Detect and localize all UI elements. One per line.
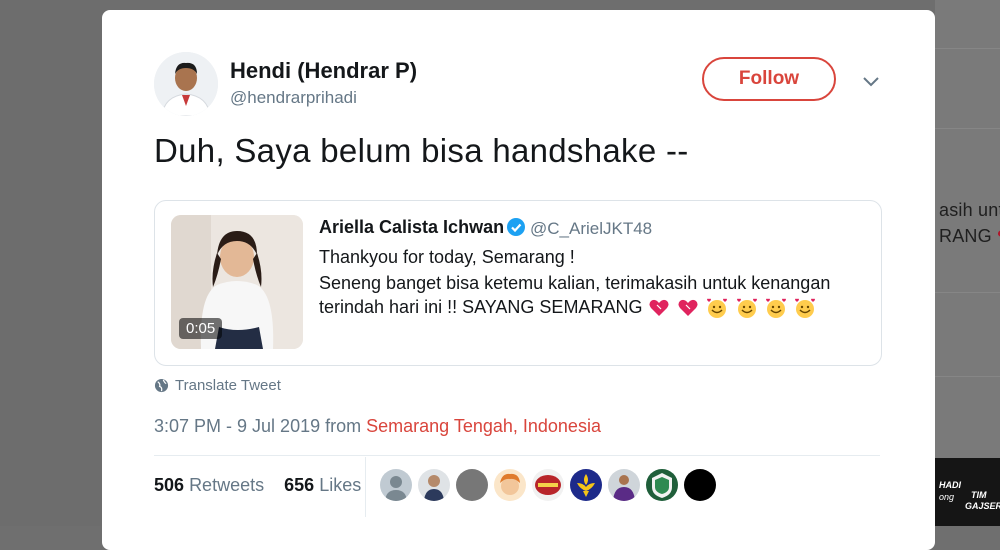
background-snippet-text: RANG <box>939 226 992 246</box>
tweet-timestamp: 3:07 PM - 9 Jul 2019 from Semarang Tenga… <box>154 416 601 437</box>
location-link[interactable]: Semarang Tengah, Indonesia <box>366 416 601 436</box>
retweets-count: 506 <box>154 475 184 495</box>
thumb-text: TIM <box>971 490 987 500</box>
tweet-card: Hendi (Hendrar P) @hendrarprihadi Follow… <box>102 10 935 550</box>
chevron-down-icon[interactable] <box>858 72 884 92</box>
retweets-stat[interactable]: 506 Retweets <box>154 475 264 495</box>
liker-avatars <box>380 469 716 501</box>
translate-label: Translate Tweet <box>175 377 281 394</box>
background-left-column <box>0 0 100 526</box>
stats-top-divider <box>154 455 880 456</box>
video-thumbnail[interactable]: 0:05 <box>171 215 303 349</box>
retweets-label: Retweets <box>189 475 264 495</box>
background-snippet-2: RANG ❤ <box>939 226 1000 247</box>
video-duration: 0:05 <box>179 318 222 339</box>
thumb-text: GAJSER <box>965 501 1000 511</box>
tweet-stats: 506 Retweets 656 Likes <box>154 475 361 496</box>
author-name[interactable]: Hendi (Hendrar P) <box>230 58 417 84</box>
quoted-tweet[interactable]: 0:05 Ariella Calista Ichwan @C_ArielJKT4… <box>154 200 882 366</box>
tweet-text: Duh, Saya belum bisa handshake -- <box>154 132 689 170</box>
thumb-text: ong <box>939 492 954 502</box>
liker-avatar[interactable] <box>418 469 450 501</box>
smiling-face-with-hearts-icon <box>736 297 758 319</box>
likes-count: 656 <box>284 475 314 495</box>
author-avatar[interactable] <box>154 52 218 116</box>
quoted-text-line-3: terindah hari ini !! SAYANG SEMARANG <box>319 297 818 319</box>
liker-avatar[interactable] <box>494 469 526 501</box>
author-handle[interactable]: @hendrarprihadi <box>230 88 357 108</box>
quoted-text-line: terindah hari ini !! SAYANG SEMARANG <box>319 297 642 317</box>
quoted-text-line: Seneng banget bisa ketemu kalian, terima… <box>319 273 830 294</box>
liker-avatar[interactable] <box>456 469 488 501</box>
likes-label: Likes <box>319 475 361 495</box>
liker-avatar[interactable] <box>532 469 564 501</box>
timestamp-text: 3:07 PM - 9 Jul 2019 from <box>154 416 366 436</box>
liker-avatar[interactable] <box>570 469 602 501</box>
liker-avatar[interactable] <box>608 469 640 501</box>
background-snippet: asih untu <box>939 200 1000 221</box>
background-divider <box>935 128 1000 129</box>
translate-tweet-link[interactable]: Translate Tweet <box>154 377 281 394</box>
follow-button[interactable]: Follow <box>702 57 836 101</box>
background-divider <box>935 376 1000 377</box>
heart-icon <box>677 297 699 319</box>
background-right-column: asih untu RANG ❤ HADI ong TIM GAJSER <box>935 0 1000 526</box>
globe-icon <box>154 378 169 393</box>
smiling-face-with-hearts-icon <box>794 297 816 319</box>
background-video-thumbnail: HADI ong TIM GAJSER <box>935 458 1000 526</box>
avatar-photo <box>154 52 218 116</box>
stats-separator <box>365 457 366 517</box>
likes-stat[interactable]: 656 Likes <box>284 475 361 495</box>
liker-avatar[interactable] <box>684 469 716 501</box>
quoted-text-line: Thankyou for today, Semarang ! <box>319 247 575 268</box>
background-divider <box>935 292 1000 293</box>
background-divider <box>935 48 1000 49</box>
smiling-face-with-hearts-icon <box>706 297 728 319</box>
quoted-author-handle[interactable]: @C_ArielJKT48 <box>530 219 652 239</box>
emoji-row <box>648 297 817 319</box>
smiling-face-with-hearts-icon <box>765 297 787 319</box>
liker-avatar[interactable] <box>646 469 678 501</box>
thumb-text: HADI <box>939 480 961 490</box>
heart-icon <box>648 297 670 319</box>
liker-avatar[interactable] <box>380 469 412 501</box>
verified-badge-icon <box>507 218 525 236</box>
quoted-author-name[interactable]: Ariella Calista Ichwan <box>319 217 504 238</box>
